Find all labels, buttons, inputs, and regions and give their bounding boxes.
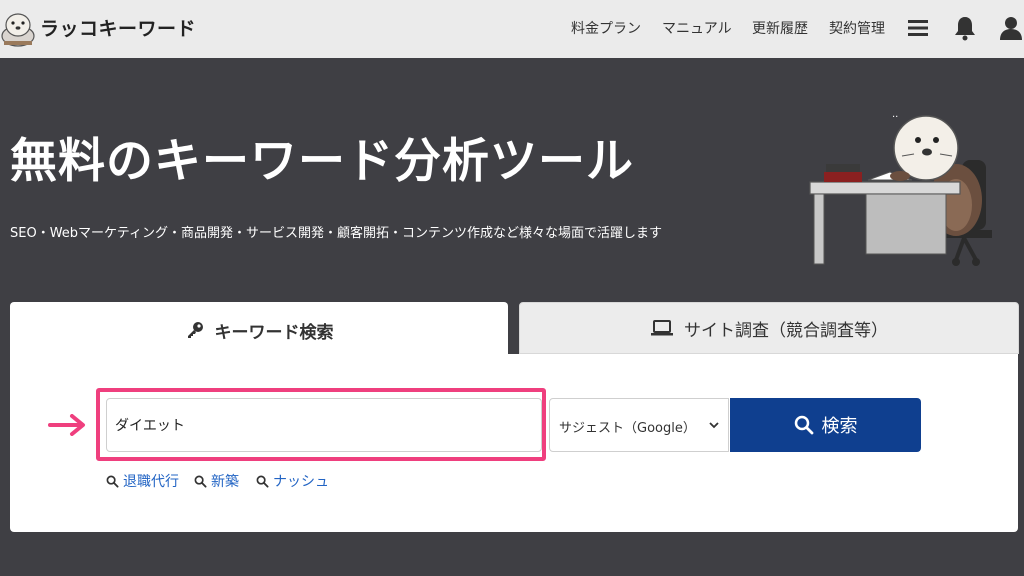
svg-text:··: ·· bbox=[892, 112, 898, 123]
nav-pricing[interactable]: 料金プラン bbox=[571, 18, 641, 38]
suggestion-link[interactable]: 退職代行 bbox=[106, 471, 179, 491]
tab-keyword-label: キーワード検索 bbox=[214, 322, 334, 343]
search-icon bbox=[794, 415, 813, 435]
user-icon[interactable] bbox=[997, 14, 1024, 42]
suggestion-label: 退職代行 bbox=[123, 474, 179, 490]
suggestion-link[interactable]: 新築 bbox=[194, 471, 239, 491]
bell-icon[interactable] bbox=[951, 14, 979, 42]
search-icon bbox=[106, 475, 119, 488]
search-icon bbox=[194, 475, 207, 488]
keyword-search-input[interactable] bbox=[106, 398, 542, 452]
nav-changelog[interactable]: 更新履歴 bbox=[752, 18, 808, 38]
tab-keyword-search[interactable]: キーワード検索 bbox=[10, 302, 508, 358]
source-select[interactable]: サジェスト（Google） bbox=[549, 398, 729, 452]
search-icon bbox=[256, 475, 269, 488]
sea-otter-at-desk-illustration: ·· bbox=[809, 112, 992, 266]
sea-otter-logo[interactable] bbox=[0, 6, 36, 50]
suggestion-link[interactable]: ナッシュ bbox=[256, 471, 329, 491]
chevron-down-icon bbox=[709, 422, 719, 429]
hero-subtitle: SEO・Webマーケティング・商品開発・サービス開発・顧客開拓・コンテンツ作成な… bbox=[10, 226, 663, 241]
suggestion-label: 新築 bbox=[211, 474, 239, 490]
tab-site-research[interactable]: サイト調査（競合調査等） bbox=[519, 302, 1019, 354]
nav-manual[interactable]: マニュアル bbox=[662, 18, 732, 38]
tab-site-label: サイト調査（競合調査等） bbox=[684, 320, 888, 341]
menu-icon[interactable] bbox=[904, 14, 932, 42]
top-header: ラッコキーワード 料金プラン マニュアル 更新履歴 契約管理 bbox=[0, 0, 1024, 58]
hero-title: 無料のキーワード分析ツール bbox=[10, 134, 634, 189]
search-button-label: 検索 bbox=[821, 416, 858, 437]
source-select-value: サジェスト（Google） bbox=[559, 421, 696, 436]
logo-text[interactable]: ラッコキーワード bbox=[40, 14, 196, 41]
suggestion-label: ナッシュ bbox=[273, 474, 329, 490]
laptop-icon bbox=[651, 320, 673, 336]
key-icon bbox=[187, 322, 203, 338]
search-button[interactable]: 検索 bbox=[730, 398, 921, 452]
nav-contract[interactable]: 契約管理 bbox=[829, 18, 885, 38]
arrow-right-icon bbox=[48, 414, 85, 436]
